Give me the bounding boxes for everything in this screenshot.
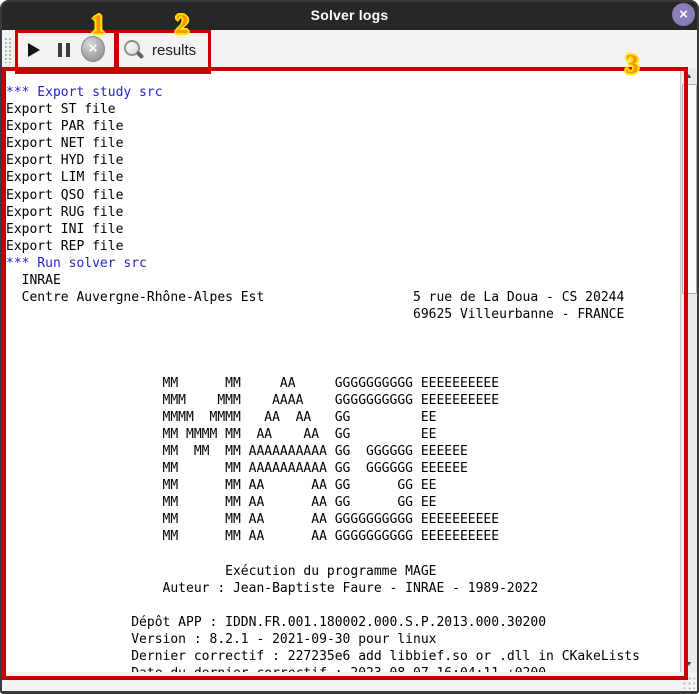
log-line: INRAE [6,272,676,289]
resize-grip-icon[interactable] [682,676,695,689]
log-line: *** Run solver src [6,255,676,272]
log-line: Export NET file [6,135,676,152]
log-line: Export RUG file [6,204,676,221]
search-icon [122,39,144,61]
close-button[interactable]: × [672,3,695,26]
scroll-up-button[interactable]: ▲ [681,68,697,84]
search-results-label: results [152,42,196,59]
log-line: Auteur : Jean-Baptiste Faure - INRAE - 1… [6,580,676,597]
log-line: MMM MMM AAAA GGGGGGGGGG EEEEEEEEEE [6,392,676,409]
close-icon: × [679,7,688,22]
log-line: Export PAR file [6,118,676,135]
stop-icon: × [81,36,105,62]
log-line: MM MM AAAAAAAAAA GG GGGGGG EEEEEE [6,460,676,477]
log-line: MM MM AA GGGGGGGGGG EEEEEEEEEE [6,375,676,392]
search-results-button[interactable]: results [122,36,196,64]
log-line: 69625 Villeurbanne - FRANCE [6,306,676,323]
log-line: MMMM MMMM AA AA GG EE [6,409,676,426]
log-line: MM MMMM MM AA AA GG EE [6,426,676,443]
pause-icon [58,43,70,57]
toolbar-drag-handle-icon[interactable] [4,37,13,63]
log-line [6,358,676,375]
titlebar: Solver logs × [0,0,699,30]
log-line: Version : 8.2.1 - 2021-09-30 pour linux [6,631,676,648]
play-button[interactable] [22,38,46,62]
window-title: Solver logs [311,7,389,23]
scroll-down-button[interactable]: ▼ [681,656,697,672]
log-line: MM MM AA AA GGGGGGGGGG EEEEEEEEEE [6,528,676,545]
scroll-up-icon: ▲ [686,73,693,80]
log-line [6,597,676,614]
pause-button[interactable] [52,38,76,62]
status-bar [0,672,699,691]
log-line: Export INI file [6,221,676,238]
log-line: Exécution du programme MAGE [6,563,676,580]
log-line: Export LIM file [6,169,676,186]
log-line [6,546,676,563]
play-icon [28,43,40,57]
log-line [6,340,676,357]
solver-logs-window: Solver logs × × results *** Export study… [0,0,699,694]
log-line: Export QSO file [6,187,676,204]
log-line: Export HYD file [6,152,676,169]
log-line: MM MM MM AAAAAAAAAA GG GGGGGG EEEEEE [6,443,676,460]
log-line [6,323,676,340]
log-line: MM MM AA AA GG GG EE [6,477,676,494]
scroll-down-icon: ▼ [686,661,693,668]
vertical-scrollbar[interactable]: ▲ ▼ [680,68,698,672]
log-line: Export REP file [6,238,676,255]
log-line: Dernier correctif : 227235e6 add libbief… [6,648,676,665]
log-line: MM MM AA AA GGGGGGGGGG EEEEEEEEEE [6,511,676,528]
log-line: Centre Auvergne-Rhône-Alpes Est 5 rue de… [6,289,676,306]
log-line: *** Export study src [6,84,676,101]
log-line: Export ST file [6,101,676,118]
scrollbar-thumb[interactable] [682,84,697,294]
stop-button[interactable]: × [81,37,105,61]
log-text[interactable]: *** Export study srcExport ST fileExport… [6,84,676,681]
log-line: MM MM AA AA GG GG EE [6,494,676,511]
log-line: Dépôt APP : IDDN.FR.001.180002.000.S.P.2… [6,614,676,631]
